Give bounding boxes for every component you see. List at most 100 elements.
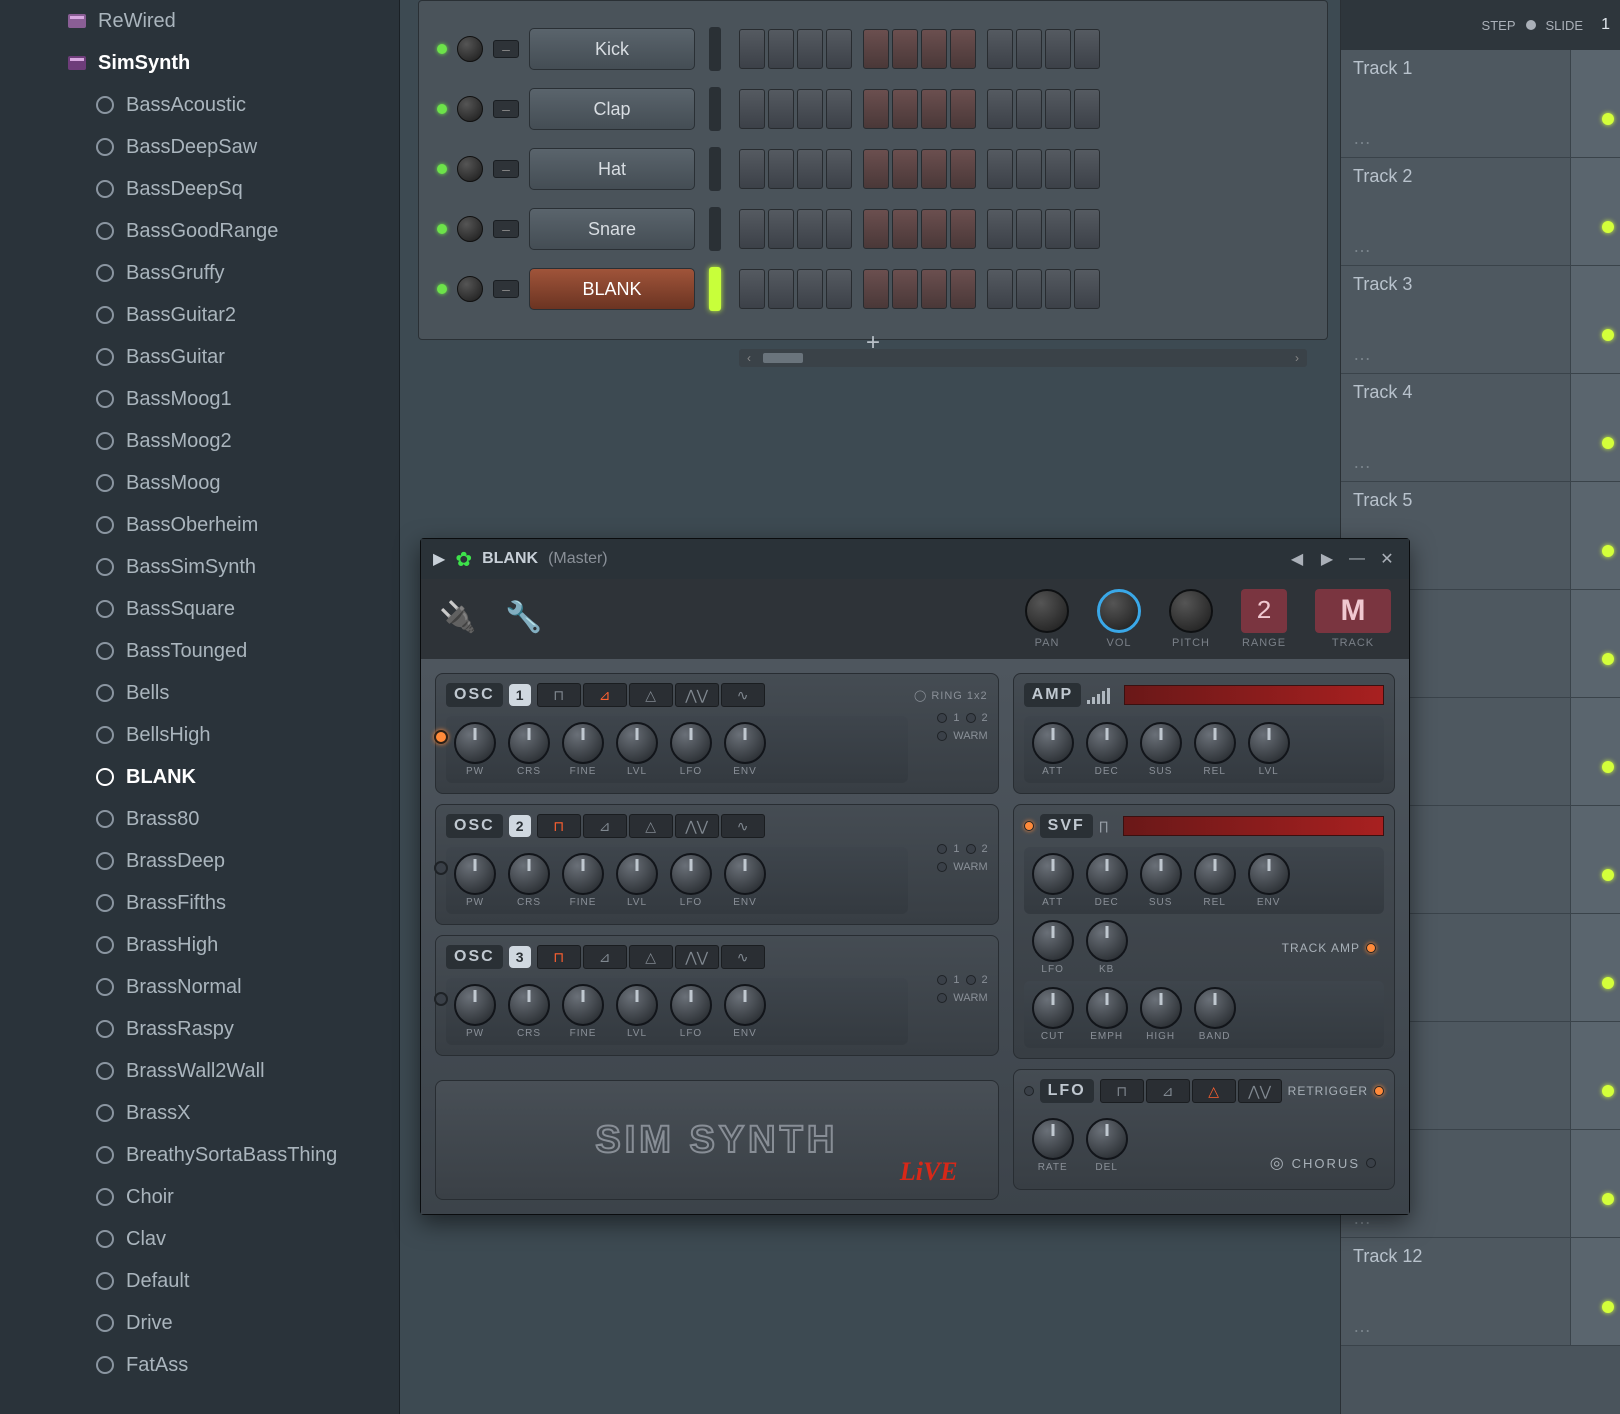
next-preset-button[interactable]: ▶ (1317, 549, 1337, 569)
track-lane[interactable] (1571, 158, 1620, 265)
step-cell[interactable] (1074, 89, 1100, 129)
channel-mute-button[interactable]: – (493, 220, 519, 238)
lfo-wave-square[interactable]: ⊓ (1100, 1079, 1144, 1103)
wave-tri-button[interactable]: △ (629, 683, 673, 707)
svf-env-knob[interactable]: ENV (1248, 853, 1290, 908)
browser-preset[interactable]: BassSimSynth (0, 546, 399, 588)
svf-cut-knob[interactable]: CUT (1032, 987, 1074, 1042)
osc-pw-knob[interactable]: PW (454, 722, 496, 777)
wave-tri-button[interactable]: △ (629, 814, 673, 838)
step-cell[interactable] (950, 89, 976, 129)
osc-lfo-knob[interactable]: LFO (670, 853, 712, 908)
channel-pan-knob[interactable] (457, 96, 483, 122)
step-cell[interactable] (1045, 149, 1071, 189)
track-lane[interactable] (1571, 1238, 1620, 1345)
slide-mode-label[interactable]: SLIDE (1546, 18, 1584, 33)
chorus-toggle[interactable]: ◎ CHORUS (1270, 1153, 1376, 1173)
osc-option-1[interactable]: 12 (920, 712, 988, 724)
step-cell[interactable] (739, 89, 765, 129)
browser-preset[interactable]: BrassRaspy (0, 1008, 399, 1050)
browser-preset[interactable]: BrassWall2Wall (0, 1050, 399, 1092)
channel-mute-button[interactable]: – (493, 100, 519, 118)
osc-env-knob[interactable]: ENV (724, 984, 766, 1039)
channel-select-indicator[interactable] (709, 267, 721, 311)
svf-sus-knob[interactable]: SUS (1140, 853, 1182, 908)
step-cell[interactable] (950, 29, 976, 69)
track-header[interactable]: Track 3 … (1341, 266, 1571, 373)
step-cell[interactable] (1074, 209, 1100, 249)
close-button[interactable]: ✕ (1377, 549, 1397, 569)
wave-noise-button[interactable]: ⋀⋁ (675, 814, 719, 838)
step-cell[interactable] (863, 89, 889, 129)
osc-fine-knob[interactable]: FINE (562, 722, 604, 777)
step-cell[interactable] (826, 209, 852, 249)
browser-preset[interactable]: BassGoodRange (0, 210, 399, 252)
track-lane[interactable] (1571, 1130, 1620, 1237)
lfo-wave-tri[interactable]: △ (1192, 1079, 1236, 1103)
osc-pw-knob[interactable]: PW (454, 984, 496, 1039)
channel-name-button[interactable]: Snare (529, 208, 695, 250)
wave-square-button[interactable]: ⊓ (537, 814, 581, 838)
svf-emph-knob[interactable]: EMPH (1086, 987, 1128, 1042)
step-cell[interactable] (892, 89, 918, 129)
channel-select-indicator[interactable] (709, 27, 721, 71)
track-led[interactable] (1602, 113, 1614, 125)
wave-saw-button[interactable]: ⊿ (583, 683, 627, 707)
svf-rel-knob[interactable]: REL (1194, 853, 1236, 908)
browser-preset[interactable]: BellsHigh (0, 714, 399, 756)
scroll-thumb[interactable] (763, 353, 803, 363)
osc-pw-knob[interactable]: PW (454, 853, 496, 908)
browser-preset[interactable]: BassSquare (0, 588, 399, 630)
track-led[interactable] (1602, 761, 1614, 773)
minimize-button[interactable]: — (1347, 549, 1367, 569)
channel-mute-button[interactable]: – (493, 160, 519, 178)
track-lane[interactable] (1571, 374, 1620, 481)
browser-preset[interactable]: Drive (0, 1302, 399, 1344)
track-header[interactable]: Track 12 … (1341, 1238, 1571, 1345)
wave-sine-button[interactable]: ∿ (721, 683, 765, 707)
step-cell[interactable] (987, 149, 1013, 189)
wave-saw-button[interactable]: ⊿ (583, 945, 627, 969)
osc-warm-toggle[interactable]: WARM (920, 730, 988, 742)
playlist-track[interactable]: Track 12 … (1341, 1238, 1620, 1346)
step-cell[interactable] (892, 149, 918, 189)
browser-preset[interactable]: BassDeepSq (0, 168, 399, 210)
step-cell[interactable] (863, 269, 889, 309)
osc-env-knob[interactable]: ENV (724, 722, 766, 777)
browser-preset[interactable]: BassGruffy (0, 252, 399, 294)
browser-preset[interactable]: BLANK (0, 756, 399, 798)
vol-knob[interactable]: VOL (1097, 589, 1141, 649)
osc-env-knob[interactable]: ENV (724, 853, 766, 908)
channel-pan-knob[interactable] (457, 276, 483, 302)
osc-option-1[interactable]: 12 (920, 843, 988, 855)
step-cell[interactable] (1016, 29, 1042, 69)
step-cell[interactable] (892, 29, 918, 69)
pitch-knob[interactable]: PITCH (1169, 589, 1213, 649)
amp-dec-knob[interactable]: DEC (1086, 722, 1128, 777)
browser-preset[interactable]: BassTounged (0, 630, 399, 672)
channel-name-button[interactable]: Hat (529, 148, 695, 190)
track-lane[interactable] (1571, 590, 1620, 697)
step-cell[interactable] (950, 269, 976, 309)
track-header[interactable]: Track 2 … (1341, 158, 1571, 265)
step-cell[interactable] (768, 149, 794, 189)
step-cell[interactable] (826, 89, 852, 129)
amp-lvl-knob[interactable]: LVL (1248, 722, 1290, 777)
svf-kb-knob[interactable]: KB (1086, 920, 1128, 975)
channel-led[interactable] (437, 164, 447, 174)
osc-warm-toggle[interactable]: WARM (920, 861, 988, 873)
step-cell[interactable] (1074, 149, 1100, 189)
step-cell[interactable] (921, 149, 947, 189)
track-led[interactable] (1602, 221, 1614, 233)
channel-led[interactable] (437, 104, 447, 114)
playlist-track[interactable]: Track 2 … (1341, 158, 1620, 266)
lfo-del-knob[interactable]: DEL (1086, 1118, 1128, 1173)
osc-lvl-knob[interactable]: LVL (616, 984, 658, 1039)
step-cell[interactable] (1016, 269, 1042, 309)
osc-crs-knob[interactable]: CRS (508, 853, 550, 908)
step-cell[interactable] (768, 269, 794, 309)
channel-name-button[interactable]: BLANK (529, 268, 695, 310)
channel-pan-knob[interactable] (457, 36, 483, 62)
browser-preset[interactable]: BrassDeep (0, 840, 399, 882)
gear-icon[interactable]: ✿ (455, 547, 472, 572)
